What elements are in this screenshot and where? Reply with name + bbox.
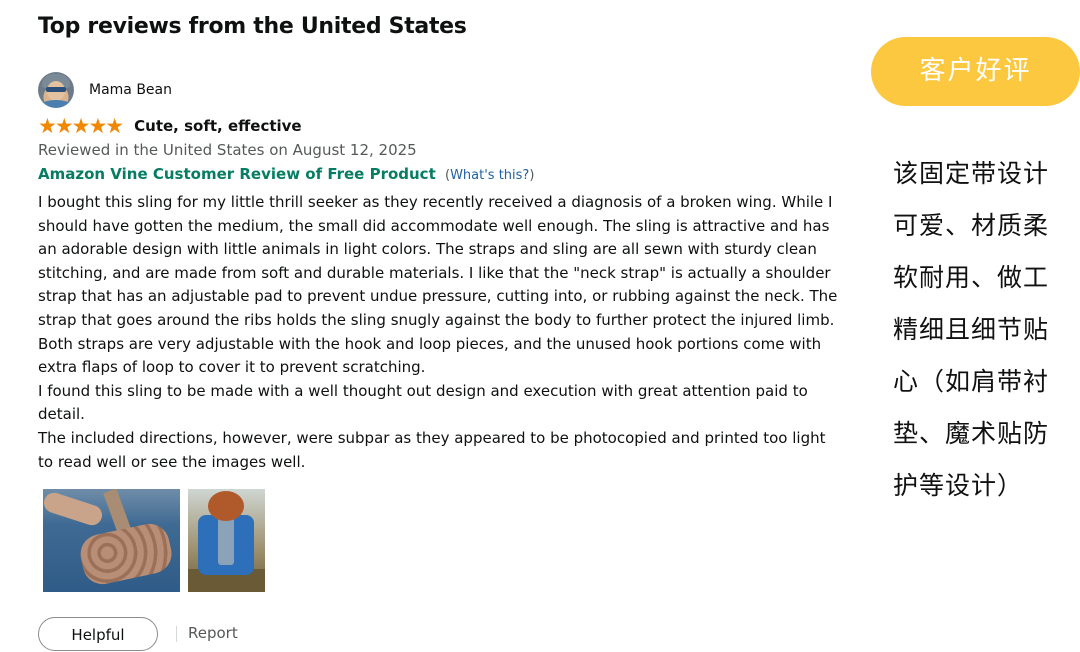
customer-praise-badge: 客户好评 [871,37,1080,106]
review-image-thumbnail[interactable] [188,489,265,592]
review-body: I bought this sling for my little thrill… [38,191,843,474]
whats-this-link[interactable]: What's this? [450,168,529,183]
whats-this: (What's this?) [444,168,535,183]
avatar[interactable] [38,72,74,108]
star-rating-icon[interactable]: ★★★★★ [38,116,124,137]
rating-row: ★★★★★ Cute, soft, effective [38,116,302,137]
review-paragraph: I bought this sling for my little thrill… [38,193,838,377]
vine-badge: Amazon Vine Customer Review of Free Prod… [38,165,534,183]
reviewer-name[interactable]: Mama Bean [89,82,172,98]
helpful-button[interactable]: Helpful [38,617,158,651]
summary-text: 该固定带设计可爱、材质柔软耐用、做工精细且细节贴心（如肩带衬垫、魔术贴防护等设计… [893,159,1050,500]
review-image-thumbnail[interactable] [43,489,180,592]
review-date: Reviewed in the United States on August … [38,141,417,159]
report-link[interactable]: Report [188,624,238,642]
section-heading: Top reviews from the United States [38,14,467,39]
divider [176,626,177,642]
review-title[interactable]: Cute, soft, effective [134,117,301,135]
vine-label: Amazon Vine Customer Review of Free Prod… [38,165,436,183]
review-paragraph: The included directions, however, were s… [38,428,826,471]
review-paragraph: I found this sling to be made with a wel… [38,381,808,424]
reviewer-profile[interactable]: Mama Bean [38,72,172,108]
